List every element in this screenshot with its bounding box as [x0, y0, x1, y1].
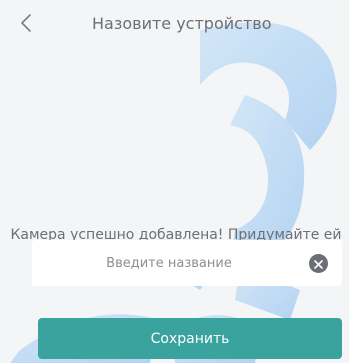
clear-input-button[interactable]: [309, 254, 328, 273]
watermark-logo: [10, 22, 337, 363]
chevron-left-icon: [20, 13, 32, 37]
device-name-input[interactable]: [44, 250, 294, 276]
screen: Назовите устройство Камера успешно добав…: [0, 0, 349, 363]
save-button[interactable]: Сохранить: [38, 318, 342, 359]
device-name-card: [32, 240, 342, 286]
clear-x-icon: [314, 254, 323, 273]
back-button[interactable]: [12, 10, 40, 40]
page-title: Назовите устройство: [92, 14, 272, 33]
top-bar: Назовите устройство: [0, 0, 349, 48]
